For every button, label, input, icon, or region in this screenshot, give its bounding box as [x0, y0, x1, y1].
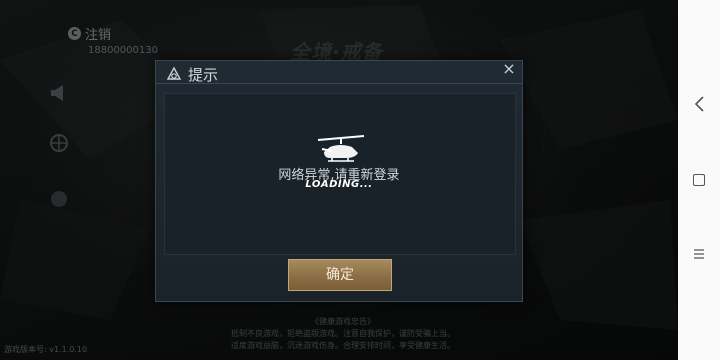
menu-icon[interactable] [693, 249, 705, 259]
dialog-header: 提示 × [156, 60, 522, 84]
confirm-button[interactable]: 确定 [288, 259, 392, 291]
back-icon[interactable] [694, 96, 706, 112]
home-icon[interactable] [693, 174, 705, 186]
notice-dialog: 提示 × 网络异常,请重新登录 LOADING... 确定 [155, 60, 523, 302]
system-nav-bar [678, 0, 720, 360]
dialog-title: 提示 [188, 66, 219, 84]
close-button[interactable]: × [500, 60, 518, 78]
emblem-icon [166, 66, 182, 80]
loading-text: LOADING... [305, 179, 373, 190]
